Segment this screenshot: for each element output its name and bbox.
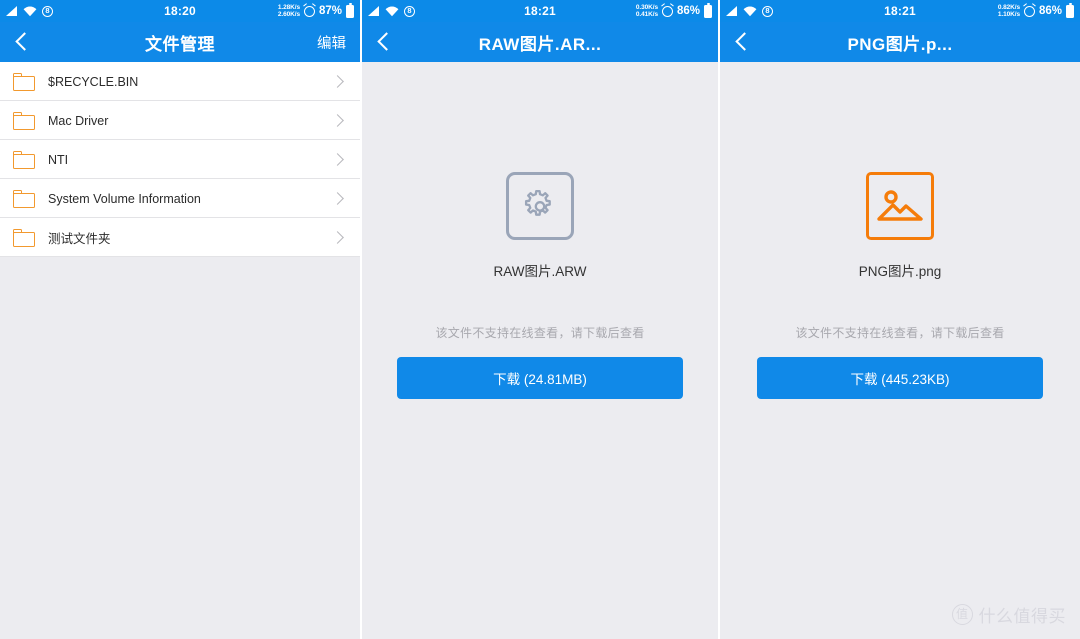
signal-icon: [726, 6, 738, 16]
back-button[interactable]: [14, 30, 36, 54]
chevron-right-icon: [331, 192, 344, 205]
battery-percent: 86%: [676, 5, 700, 17]
download-button[interactable]: 下载 (445.23KB): [757, 357, 1043, 399]
folder-icon: [13, 189, 35, 208]
sim-badge-icon: 8: [404, 5, 415, 17]
picture-icon: [877, 190, 923, 221]
network-speed-up: 2.60K/s: [277, 11, 300, 18]
network-speed-down: 1.28K/s: [277, 3, 300, 11]
file-name: NTI: [48, 152, 69, 167]
nav-bar: 文件管理 编辑: [0, 22, 360, 62]
list-item[interactable]: NTI: [0, 140, 360, 179]
file-name: $RECYCLE.BIN: [48, 74, 139, 89]
network-speed-down: 0.30K/s: [635, 3, 658, 11]
alarm-icon: [303, 5, 315, 17]
wifi-icon: [743, 6, 757, 17]
file-preview-area: PNG图片.png 该文件不支持在线查看，请下载后查看 下载 (445.23KB…: [720, 62, 1080, 639]
chevron-right-icon: [331, 114, 344, 127]
watermark: 值 什么值得买: [951, 602, 1067, 627]
folder-icon: [13, 228, 35, 247]
signal-icon: [6, 6, 18, 16]
network-speed: 0.82K/s 1.10K/s: [998, 4, 1020, 19]
wifi-icon: [23, 6, 37, 17]
network-speed-down: 0.82K/s: [997, 3, 1020, 11]
battery-percent: 87%: [318, 5, 342, 17]
file-name: System Volume Information: [48, 191, 201, 206]
chevron-right-icon: [331, 153, 344, 166]
phone-screen-png-preview: 8 18:21 0.82K/s 1.10K/s 86% PNG图片.p... P…: [720, 0, 1080, 639]
network-speed-up: 1.10K/s: [997, 11, 1020, 18]
back-button[interactable]: [376, 30, 398, 54]
page-title: RAW图片.AR...: [478, 34, 602, 54]
download-button[interactable]: 下载 (24.81MB): [397, 357, 683, 399]
network-speed: 1.28K/s 2.60K/s: [278, 4, 300, 19]
watermark-badge-icon: 值: [951, 604, 973, 625]
folder-icon: [13, 111, 35, 130]
gear-icon: [524, 189, 551, 216]
phone-screen-raw-preview: 8 18:21 0.30K/s 0.41K/s 86% RAW图片.AR...: [362, 0, 718, 639]
back-button[interactable]: [734, 30, 756, 54]
status-left-icons: 8: [726, 5, 773, 17]
alarm-icon: [661, 5, 673, 17]
preview-hint-text: 该文件不支持在线查看，请下载后查看: [795, 326, 1005, 340]
status-left-icons: 8: [6, 5, 53, 17]
network-speed-up: 0.41K/s: [635, 11, 658, 18]
nav-bar: PNG图片.p...: [720, 22, 1080, 62]
folder-icon: [13, 72, 35, 91]
screenshot-root: 8 18:20 1.28K/s 2.60K/s 87% 文件管理 编辑 $REC…: [0, 0, 1080, 639]
file-name: 测试文件夹: [48, 232, 111, 246]
file-preview-area: RAW图片.ARW 该文件不支持在线查看，请下载后查看 下载 (24.81MB): [362, 62, 718, 639]
preview-hint-text: 该文件不支持在线查看，请下载后查看: [435, 326, 645, 340]
file-name: Mac Driver: [48, 113, 109, 128]
signal-icon: [368, 6, 380, 16]
chevron-right-icon: [331, 75, 344, 88]
list-item[interactable]: Mac Driver: [0, 101, 360, 140]
nav-bar: RAW图片.AR...: [362, 22, 718, 62]
list-item[interactable]: System Volume Information: [0, 179, 360, 218]
status-right-icons: 0.30K/s 0.41K/s 86%: [636, 2, 712, 19]
preview-file-name: RAW图片.ARW: [493, 264, 587, 279]
page-title: 文件管理: [145, 34, 215, 54]
folder-icon: [13, 150, 35, 169]
page-title: PNG图片.p...: [847, 34, 953, 54]
list-item[interactable]: 测试文件夹: [0, 218, 360, 257]
list-item[interactable]: $RECYCLE.BIN: [0, 62, 360, 101]
status-right-icons: 0.82K/s 1.10K/s 86%: [998, 2, 1074, 19]
phone-screen-file-manager: 8 18:20 1.28K/s 2.60K/s 87% 文件管理 编辑 $REC…: [0, 0, 360, 639]
battery-icon: [346, 2, 354, 18]
chevron-right-icon: [331, 231, 344, 244]
preview-file-name: PNG图片.png: [858, 264, 942, 279]
edit-button[interactable]: 编辑: [317, 32, 346, 53]
alarm-icon: [1023, 5, 1035, 17]
status-bar: 8 18:21 0.30K/s 0.41K/s 86%: [362, 0, 718, 22]
status-bar: 8 18:21 0.82K/s 1.10K/s 86%: [720, 0, 1080, 22]
status-bar: 8 18:20 1.28K/s 2.60K/s 87%: [0, 0, 360, 22]
status-left-icons: 8: [368, 5, 415, 17]
sim-badge-icon: 8: [42, 5, 53, 17]
wifi-icon: [385, 6, 399, 17]
file-list: $RECYCLE.BIN Mac Driver NTI System Volum…: [0, 62, 360, 257]
network-speed: 0.30K/s 0.41K/s: [636, 4, 658, 19]
sim-badge-icon: 8: [762, 5, 773, 17]
image-file-icon: [864, 170, 936, 242]
battery-icon: [1066, 2, 1074, 18]
gear-file-icon: [504, 170, 576, 242]
status-right-icons: 1.28K/s 2.60K/s 87%: [278, 2, 354, 19]
battery-icon: [704, 2, 712, 18]
battery-percent: 86%: [1038, 5, 1062, 17]
watermark-text: 什么值得买: [978, 607, 1066, 626]
